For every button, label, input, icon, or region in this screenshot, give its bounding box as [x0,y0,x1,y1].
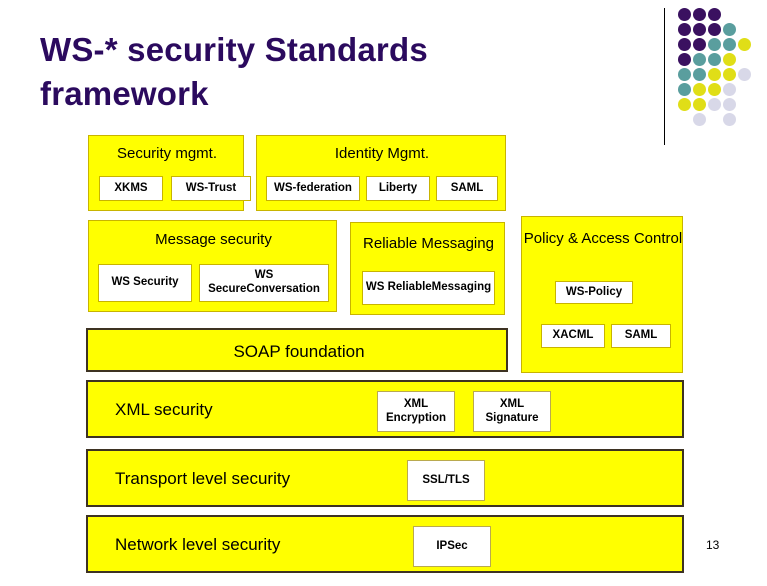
reliable-messaging-title: Reliable Messaging [363,235,494,252]
page-title-line-2: framework [40,74,209,112]
decoration-dot [693,23,706,36]
decoration-dot [693,83,706,96]
decoration-dot [708,53,721,66]
slide-canvas: WS-* security Standards framework Securi… [0,0,767,586]
network-level-security-box: Network level security IPSec [86,515,684,573]
decoration-dot [723,53,736,66]
xml-security-item-xml-encryption[interactable]: XML Encryption [377,391,455,432]
decoration-dot [738,38,751,51]
vertical-divider [664,8,665,145]
policy-access-control-item-saml[interactable]: SAML [611,324,671,348]
policy-access-control-box: Policy & Access Control WS-Policy XACML … [521,216,683,373]
dot-grid-decoration [678,8,762,138]
decoration-dot [693,53,706,66]
page-title-line-1: WS-* security Standards [40,31,428,68]
policy-access-control-title: Policy & Access Control [523,230,683,247]
message-security-item-ws-secureconversation[interactable]: WS SecureConversation [199,264,329,302]
decoration-dot [693,8,706,21]
soap-foundation-title: SOAP foundation [233,342,365,361]
decoration-dot [723,38,736,51]
decoration-dot [678,8,691,21]
policy-access-control-item-ws-policy[interactable]: WS-Policy [555,281,633,304]
identity-mgmt-item-saml[interactable]: SAML [436,176,498,201]
decoration-dot [678,68,691,81]
xml-security-item-xml-signature[interactable]: XML Signature [473,391,551,432]
decoration-dot [723,98,736,111]
page-number: 13 [706,538,720,552]
decoration-dot [708,38,721,51]
decoration-dot [723,113,736,126]
security-mgmt-box: Security mgmt. XKMS WS-Trust [88,135,251,211]
identity-mgmt-box: Identity Mgmt. WS-federation Liberty SAM… [256,135,506,211]
xml-security-title: XML security [115,400,213,419]
identity-mgmt-item-liberty[interactable]: Liberty [366,176,430,201]
xml-security-box: XML security XML Encryption XML Signatur… [86,380,684,438]
identity-mgmt-title: Identity Mgmt. [334,145,430,162]
identity-mgmt-item-ws-federation[interactable]: WS-federation [266,176,360,201]
decoration-dot [723,83,736,96]
transport-level-security-item-ssl-tls[interactable]: SSL/TLS [407,460,485,501]
message-security-box: Message security WS Security WS SecureCo… [88,220,337,312]
decoration-dot [678,83,691,96]
decoration-dot [708,8,721,21]
message-security-title: Message security [155,231,272,248]
decoration-dot [693,98,706,111]
reliable-messaging-item-ws-reliablemessaging[interactable]: WS ReliableMessaging [362,271,495,305]
reliable-messaging-box: Reliable Messaging WS ReliableMessaging [350,222,505,315]
security-mgmt-title: Security mgmt. [116,145,218,162]
security-mgmt-item-xkms[interactable]: XKMS [99,176,163,201]
decoration-dot [678,53,691,66]
decoration-dot [708,98,721,111]
decoration-dot [723,23,736,36]
security-mgmt-item-ws-trust[interactable]: WS-Trust [171,176,251,201]
decoration-dot [708,23,721,36]
page-title: WS-* security Standards framework [40,28,520,115]
transport-level-security-box: Transport level security SSL/TLS [86,449,684,507]
policy-access-control-item-xacml[interactable]: XACML [541,324,605,348]
decoration-dot [693,68,706,81]
decoration-dot [708,83,721,96]
decoration-dot [738,68,751,81]
decoration-dot [678,98,691,111]
network-level-security-title: Network level security [115,535,281,554]
decoration-dot [678,38,691,51]
soap-foundation-box: SOAP foundation [86,328,508,372]
decoration-dot [708,68,721,81]
network-level-security-item-ipsec[interactable]: IPSec [413,526,491,567]
decoration-dot [723,68,736,81]
decoration-dot [693,113,706,126]
transport-level-security-title: Transport level security [115,469,291,488]
message-security-item-ws-security[interactable]: WS Security [98,264,192,302]
decoration-dot [693,38,706,51]
decoration-dot [678,23,691,36]
